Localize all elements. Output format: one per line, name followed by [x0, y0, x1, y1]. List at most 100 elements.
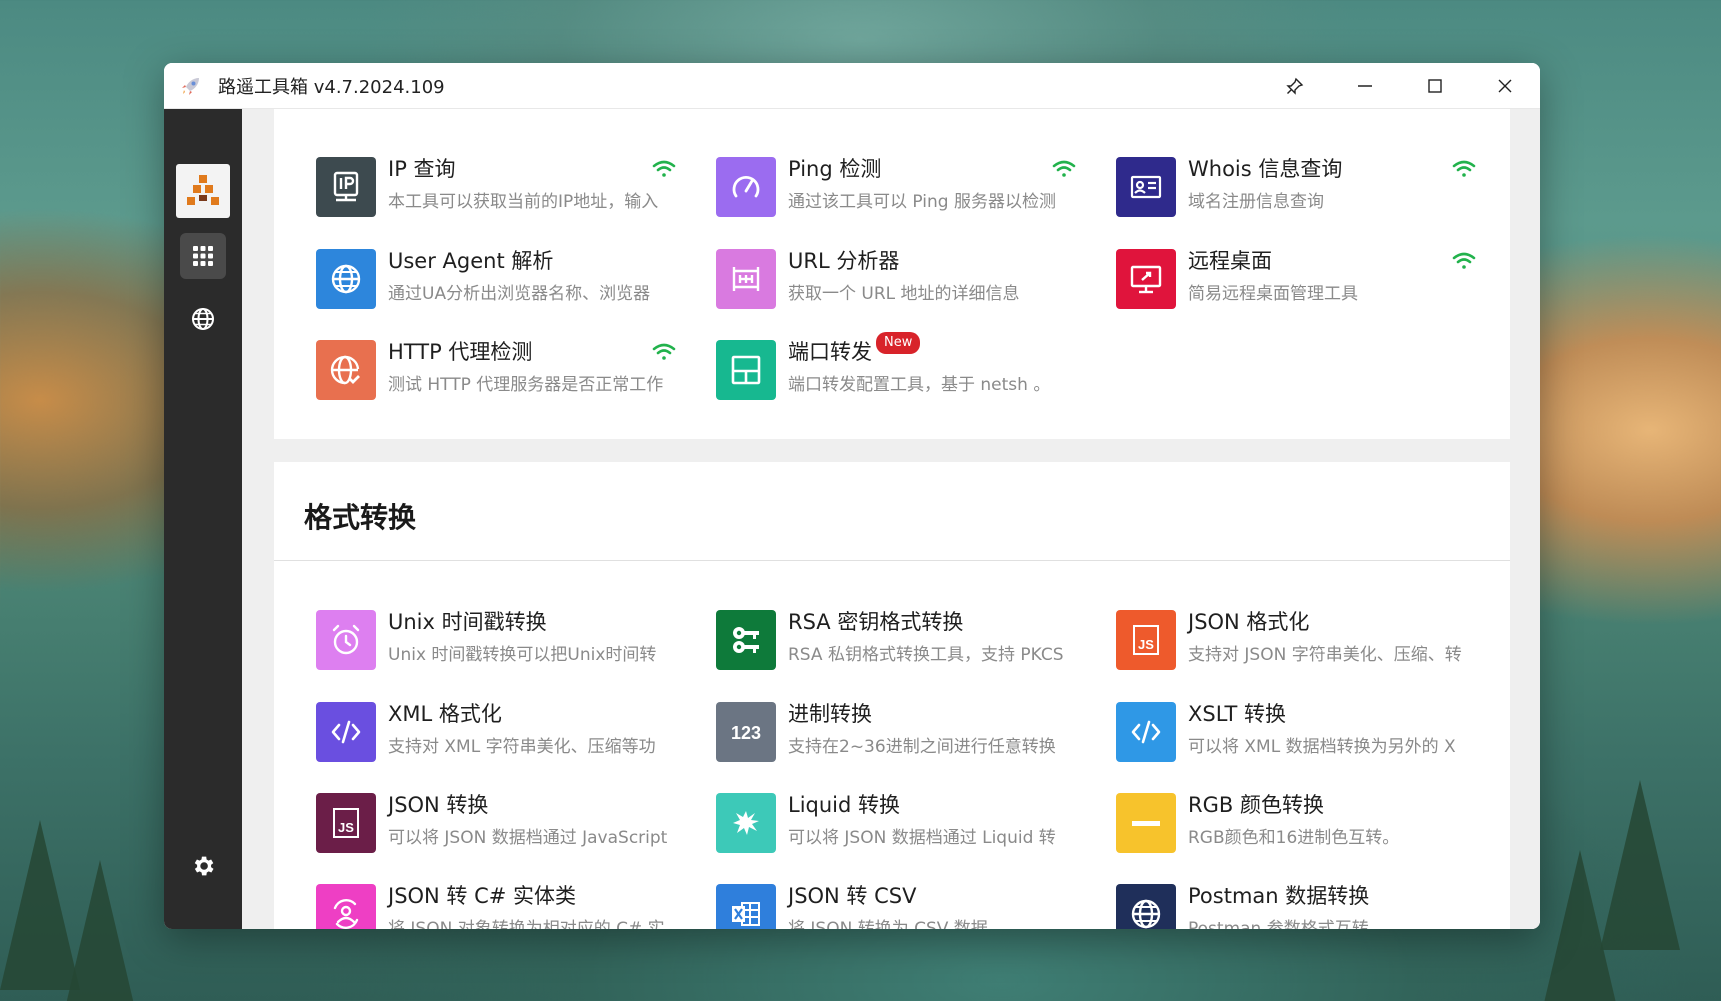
rocket-icon — [178, 73, 204, 99]
tool-url-analyzer[interactable]: URL 分析器 获取一个 URL 地址的详细信息 — [716, 241, 1076, 311]
numbers-icon: 123 — [731, 723, 761, 743]
network-tools-card: IP 查询 本工具可以获取当前的IP地址，输入 Ping 检测 通过该工具可以 … — [274, 109, 1510, 439]
section-divider — [274, 560, 1510, 561]
tool-radix-convert[interactable]: 123 进制转换 支持在2~36进制之间进行任意转换 — [716, 694, 1076, 764]
tool-icon-bg — [716, 610, 776, 670]
tool-desc: RSA 私钥格式转换工具，支持 PKCS — [788, 645, 1064, 665]
tool-rsa-key[interactable]: RSA 密钥格式转换 RSA 私钥格式转换工具，支持 PKCS — [716, 602, 1076, 672]
tool-icon-bg — [316, 884, 376, 929]
globe-icon — [1131, 899, 1161, 929]
tool-name: RSA 密钥格式转换 — [788, 610, 964, 634]
svg-text:JS: JS — [338, 820, 354, 835]
tool-icon-bg — [716, 793, 776, 853]
tool-rgb-color[interactable]: RGB 颜色转换 RGB颜色和16进制色互转。 — [1116, 785, 1476, 855]
tool-desc: 可以将 JSON 数据档通过 Liquid 转 — [788, 828, 1056, 848]
tool-name: Whois 信息查询 — [1188, 157, 1343, 181]
tool-desc: 测试 HTTP 代理服务器是否正常工作 — [388, 375, 664, 395]
tool-name: JSON 转 C# 实体类 — [388, 884, 577, 908]
gear-icon — [194, 856, 214, 876]
splash-icon — [733, 811, 759, 835]
tool-desc: Postman 参数格式互转 — [1188, 919, 1369, 929]
tool-desc: 支持对 JSON 字符串美化、压缩、转 — [1188, 645, 1462, 665]
tool-icon-bg: 123 — [716, 702, 776, 762]
tool-desc: 通过该工具可以 Ping 服务器以检测 — [788, 192, 1056, 212]
tool-xml-format[interactable]: XML 格式化 支持对 XML 字符串美化、压缩等功 — [316, 694, 676, 764]
tool-json-convert[interactable]: JS JSON 转换 可以将 JSON 数据档通过 JavaScript — [316, 785, 676, 855]
close-button[interactable] — [1470, 63, 1540, 109]
tool-json-to-csharp[interactable]: JSON 转 C# 实体类 将 JSON 对象转换为相对应的 C# 实 — [316, 876, 676, 929]
pin-icon — [1286, 77, 1304, 95]
tool-json-to-csv[interactable]: JSON 转 CSV 将 JSON 转换为 CSV 数据 — [716, 876, 1076, 929]
tool-name: HTTP 代理检测 — [388, 340, 533, 364]
logo-icon — [187, 175, 219, 205]
tool-name: IP 查询 — [388, 157, 456, 181]
tool-name: XML 格式化 — [388, 702, 502, 726]
excel-icon — [732, 902, 760, 926]
js-icon: JS — [1133, 625, 1159, 655]
tool-postman[interactable]: Postman 数据转换 Postman 参数格式互转 — [1116, 876, 1476, 929]
tool-desc: Unix 时间戳转换可以把Unix时间转 — [388, 645, 657, 665]
tool-icon-bg — [316, 249, 376, 309]
tool-desc: 本工具可以获取当前的IP地址，输入 — [388, 192, 659, 212]
app-logo[interactable] — [176, 164, 230, 218]
tool-desc: 通过UA分析出浏览器名称、浏览器 — [388, 284, 651, 304]
wifi-icon — [652, 160, 676, 177]
sidebar-item-apps[interactable] — [180, 233, 226, 279]
tool-desc: 可以将 JSON 数据档通过 JavaScript — [388, 828, 668, 848]
alarm-clock-icon — [332, 624, 360, 655]
tool-icon-bg — [1116, 702, 1176, 762]
tool-desc: 简易远程桌面管理工具 — [1188, 284, 1358, 304]
tool-icon-bg — [1116, 157, 1176, 217]
main-content: IP 查询 本工具可以获取当前的IP地址，输入 Ping 检测 通过该工具可以 … — [242, 109, 1540, 929]
minimize-button[interactable] — [1330, 63, 1400, 109]
maximize-icon — [1428, 78, 1442, 93]
tool-liquid[interactable]: Liquid 转换 可以将 JSON 数据档通过 Liquid 转 — [716, 785, 1076, 855]
tool-port-forward[interactable]: 端口转发 New 端口转发配置工具，基于 netsh 。 — [716, 332, 1076, 402]
sidebar-item-web[interactable] — [180, 296, 226, 342]
app-window: 路遥工具箱 v4.7.2024.109 IP 查询 本工具可以获取当前的IP地址… — [164, 63, 1540, 929]
code-icon — [331, 720, 361, 744]
layout-icon — [731, 355, 761, 385]
code-icon — [1131, 720, 1161, 744]
remote-desktop-icon — [1130, 265, 1162, 294]
tool-unix-timestamp[interactable]: Unix 时间戳转换 Unix 时间戳转换可以把Unix时间转 — [316, 602, 676, 672]
tool-whois[interactable]: Whois 信息查询 域名注册信息查询 — [1116, 149, 1476, 219]
tool-name: Liquid 转换 — [788, 793, 901, 817]
minimize-icon — [1358, 84, 1372, 87]
tool-desc: 获取一个 URL 地址的详细信息 — [788, 284, 1020, 304]
tool-icon-bg — [316, 702, 376, 762]
tool-icon-bg — [716, 340, 776, 400]
sidebar-item-settings[interactable] — [180, 843, 226, 889]
new-badge: New — [876, 332, 921, 354]
maximize-button[interactable] — [1400, 63, 1470, 109]
tool-name: RGB 颜色转换 — [1188, 793, 1324, 817]
wifi-icon — [652, 343, 676, 360]
minus-icon — [1132, 821, 1160, 826]
tool-name: Postman 数据转换 — [1188, 884, 1370, 908]
tool-name: User Agent 解析 — [388, 249, 554, 273]
pin-button[interactable] — [1260, 63, 1330, 109]
tool-ip-query[interactable]: IP 查询 本工具可以获取当前的IP地址，输入 — [316, 149, 676, 219]
tool-name: JSON 转 CSV — [788, 884, 917, 908]
tool-desc: 支持对 XML 字符串美化、压缩等功 — [388, 737, 656, 757]
tool-icon-bg — [316, 157, 376, 217]
globe-icon — [331, 264, 361, 294]
tool-name: JSON 转换 — [388, 793, 489, 817]
tool-user-agent[interactable]: User Agent 解析 通过UA分析出浏览器名称、浏览器 — [316, 241, 676, 311]
tool-name: Ping 检测 — [788, 157, 882, 181]
tool-name: 端口转发 — [788, 340, 872, 364]
tool-json-format[interactable]: JS JSON 格式化 支持对 JSON 字符串美化、压缩、转 — [1116, 602, 1476, 672]
tool-http-proxy[interactable]: HTTP 代理检测 测试 HTTP 代理服务器是否正常工作 — [316, 332, 676, 402]
tool-name: JSON 格式化 — [1188, 610, 1310, 634]
title-bar[interactable]: 路遥工具箱 v4.7.2024.109 — [164, 63, 1540, 109]
tool-remote-desktop[interactable]: 远程桌面 简易远程桌面管理工具 — [1116, 241, 1476, 311]
tool-icon-bg — [316, 610, 376, 670]
tool-ping[interactable]: Ping 检测 通过该工具可以 Ping 服务器以检测 — [716, 149, 1076, 219]
section-title: 格式转换 — [304, 501, 417, 534]
tool-icon-bg: JS — [316, 793, 376, 853]
tool-icon-bg — [1116, 793, 1176, 853]
sidebar — [164, 109, 242, 929]
tool-desc: 域名注册信息查询 — [1188, 192, 1324, 212]
tool-xslt[interactable]: XSLT 转换 可以将 XML 数据档转换为另外的 X — [1116, 694, 1476, 764]
tool-icon-bg — [1116, 884, 1176, 929]
